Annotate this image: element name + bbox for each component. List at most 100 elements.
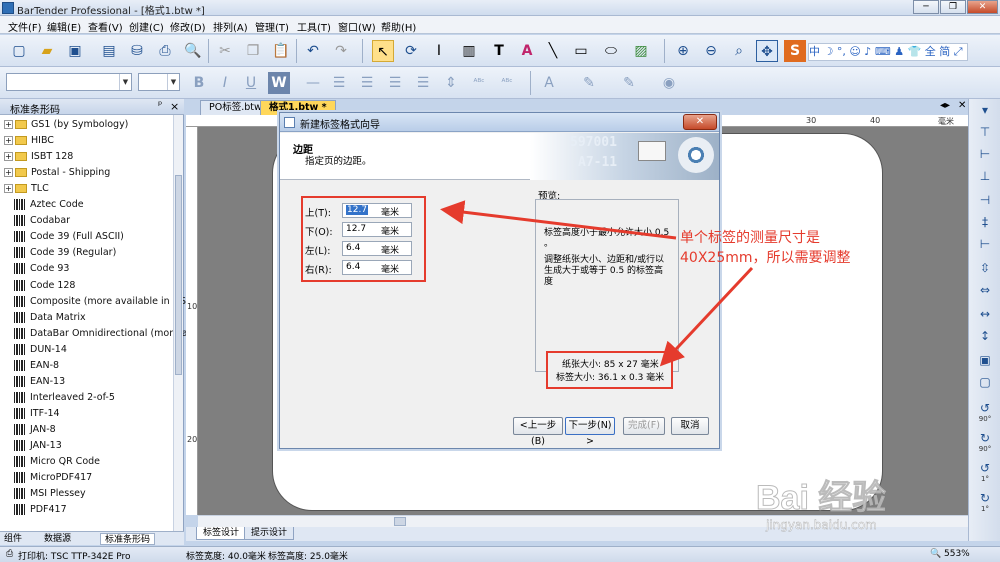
align-top-icon[interactable]: ⊤ [975,123,995,141]
margin-left-input[interactable]: 6.4 毫米 [342,241,412,256]
font-color-icon[interactable]: A [538,72,560,94]
tab-prompt-design[interactable]: 提示设计 [244,527,295,540]
database-icon[interactable]: ⛁ [126,40,148,62]
align-bottom-icon[interactable]: ⊥ [975,167,995,185]
restore-button[interactable]: ❐ [940,0,966,14]
align-left-icon[interactable]: ☰ [328,72,350,94]
cut-icon[interactable]: ✂ [214,40,236,62]
ellipse-tool-icon[interactable]: ⬭ [600,40,622,62]
pin-panel-icon[interactable]: ▾ [975,101,995,119]
tab-standard-barcode[interactable]: 标准条形码 [100,533,156,545]
underline-icon[interactable]: U [240,72,262,94]
tree-barcode-item[interactable]: Data Matrix [4,310,86,326]
tree-barcode-item[interactable]: Codabar [4,213,70,229]
align-center-icon[interactable]: ☰ [356,72,378,94]
align-center-icon-r[interactable]: ‡ [975,213,995,231]
highlight-icon[interactable]: ✎ [578,72,600,94]
distribute-v-icon[interactable]: ⇳ [975,259,995,277]
menu-help[interactable]: 帮助(H) [381,19,416,34]
tree-barcode-item[interactable]: DUN-14 [4,342,67,358]
tree-folder[interactable]: + TLC [4,181,49,197]
tree-barcode-item[interactable]: Aztec Code [4,197,84,213]
undo-icon[interactable]: ↶ [302,40,324,62]
pin-icon[interactable]: ᵖ [158,100,162,111]
expand-icon[interactable]: + [4,184,13,194]
paste-icon[interactable]: 📋 [270,40,292,62]
redo-icon[interactable]: ↷ [330,40,352,62]
menu-manage[interactable]: 管理(T) [255,19,289,34]
finish-button[interactable]: 完成(F) [623,417,665,435]
scrollbar-thumb[interactable] [175,175,182,375]
menu-window[interactable]: 窗口(W) [338,19,376,34]
page-setup-icon[interactable]: ▤ [98,40,120,62]
text-tool-icon[interactable]: T [488,40,510,62]
close-button[interactable]: ✕ [967,0,998,14]
tab-components[interactable]: 组件 [4,533,22,545]
dialog-close-button[interactable]: ✕ [683,114,717,130]
distribute-h-icon[interactable]: ⇔ [975,281,995,299]
rectangle-tool-icon[interactable]: ▭ [570,40,592,62]
text-flow-icon[interactable]: ᴬᴮᶜ [496,72,518,94]
barcode-icon[interactable]: ▥ [458,40,480,62]
ime-toolbar[interactable]: 中 ☽ °, ☺ ♪ ⌨ ♟ 👕 全 简 ⤢ [808,43,968,61]
align-right-icon-r[interactable]: ⊢ [975,235,995,253]
tree-folder[interactable]: + Postal - Shipping [4,165,110,181]
line-color-icon[interactable]: ✎ [618,72,640,94]
margin-bottom-input[interactable]: 12.7 毫米 [342,222,412,237]
tree-folder[interactable]: + GS1 (by Symbology) [4,117,128,133]
new-icon[interactable]: ▢ [8,40,30,62]
menu-view[interactable]: 查看(V) [88,19,123,34]
font-name-combo[interactable]: ▼ [6,73,132,91]
text-cursor-icon[interactable]: I [428,40,450,62]
tree-barcode-item[interactable]: JAN-13 [4,438,62,454]
wide-icon[interactable]: W [268,72,290,94]
tree-barcode-item[interactable]: Micro QR Code [4,454,100,470]
select-pointer-icon[interactable]: ↖ [372,40,394,62]
tree-barcode-item[interactable]: Code 39 (Full ASCII) [4,229,124,245]
expand-icon[interactable]: + [4,168,13,178]
minimize-button[interactable]: ─ [913,0,939,14]
tree-barcode-item[interactable]: DataBar Omnidirectional (more a [4,326,188,342]
picture-tool-icon[interactable]: ▨ [630,40,652,62]
menu-edit[interactable]: 编辑(E) [47,19,81,34]
menu-modify[interactable]: 修改(D) [170,19,206,34]
send-back-icon[interactable]: ▢ [975,373,995,391]
tab-datasource[interactable]: 数据源 [44,533,71,545]
open-icon[interactable]: ▰ [36,40,58,62]
rotate-icon[interactable]: ⟳ [400,40,422,62]
ime-s-icon[interactable]: S [784,40,806,62]
expand-icon[interactable]: + [4,120,13,129]
tree-barcode-item[interactable]: JAN-8 [4,422,56,438]
same-height-icon[interactable]: ↕ [975,327,995,345]
menu-tools[interactable]: 工具(T) [297,19,331,34]
align-middle-icon[interactable]: ⊢ [975,145,995,163]
print-preview-icon[interactable]: 🔍 [182,40,204,62]
cancel-button[interactable]: 取消 [671,417,709,435]
panel-close-icon[interactable]: × [170,100,179,113]
expand-icon[interactable]: + [4,152,13,162]
line-tool-icon[interactable]: ╲ [542,40,564,62]
align-none-icon[interactable]: — [302,72,324,94]
tree-barcode-item[interactable]: MicroPDF417 [4,470,92,486]
bring-front-icon[interactable]: ▣ [975,351,995,369]
tree-barcode-item[interactable]: Interleaved 2-of-5 [4,390,115,406]
tree-barcode-item[interactable]: Composite (more available in GS [4,294,186,310]
tree-barcode-item[interactable]: Code 39 (Regular) [4,245,116,261]
zoom-in-icon[interactable]: ⊕ [672,40,694,62]
save-icon[interactable]: ▣ [64,40,86,62]
margin-right-input[interactable]: 6.4 毫米 [342,260,412,275]
fill-color-icon[interactable]: ◉ [658,72,680,94]
tree-barcode-item[interactable]: PDF417 [4,502,67,518]
zoom-fit-icon[interactable]: ⌕ [728,40,750,62]
menu-file[interactable]: 文件(F) [8,19,42,34]
tree-barcode-item[interactable]: Code 128 [4,278,75,294]
h-scrollbar-thumb[interactable] [394,517,406,526]
tree-barcode-item[interactable]: Code 93 [4,261,69,277]
rich-text-icon[interactable]: A [516,40,538,62]
next-button[interactable]: 下一步(N) > [565,417,615,447]
back-button[interactable]: <上一步(B) [513,417,563,447]
justify-icon[interactable]: ☰ [412,72,434,94]
zoom-page-icon[interactable]: ✥ [756,40,778,62]
bold-icon[interactable]: B [188,72,210,94]
text-direction-icon[interactable]: ᴬᴮᶜ [468,72,490,94]
